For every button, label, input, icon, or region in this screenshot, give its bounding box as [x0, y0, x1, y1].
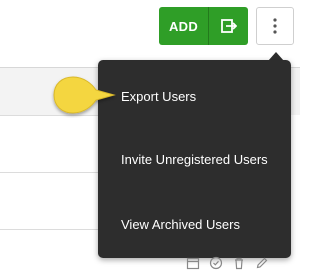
menu-item-label: View Archived Users	[121, 216, 240, 232]
menu-item-view-archived-users[interactable]: View Archived Users	[98, 204, 291, 244]
add-button-group: ADD	[159, 7, 248, 45]
menu-item-invite-unregistered-users[interactable]: Invite Unregistered Users	[98, 139, 291, 179]
kebab-vertical-icon	[273, 18, 277, 34]
row-actions	[185, 255, 270, 271]
more-options-menu: Export Users Invite Unregistered Users V…	[98, 60, 291, 258]
more-options-button[interactable]	[256, 7, 294, 45]
callout-pointer-icon	[53, 76, 116, 114]
menu-item-export-users[interactable]: Export Users	[98, 76, 291, 116]
export-icon	[220, 19, 237, 33]
trash-icon[interactable]	[231, 255, 247, 271]
add-button[interactable]: ADD	[159, 7, 208, 45]
export-button[interactable]	[209, 7, 248, 45]
table-row-divider	[0, 229, 110, 230]
pencil-icon[interactable]	[254, 255, 270, 271]
calendar-icon[interactable]	[185, 255, 201, 271]
menu-item-label: Invite Unregistered Users	[121, 151, 268, 167]
menu-item-label: Export Users	[121, 88, 197, 104]
check-circle-icon[interactable]	[208, 255, 224, 271]
table-row-divider	[0, 172, 110, 173]
users-page: ADD Export Users Invite Unregistered Use…	[0, 0, 300, 271]
